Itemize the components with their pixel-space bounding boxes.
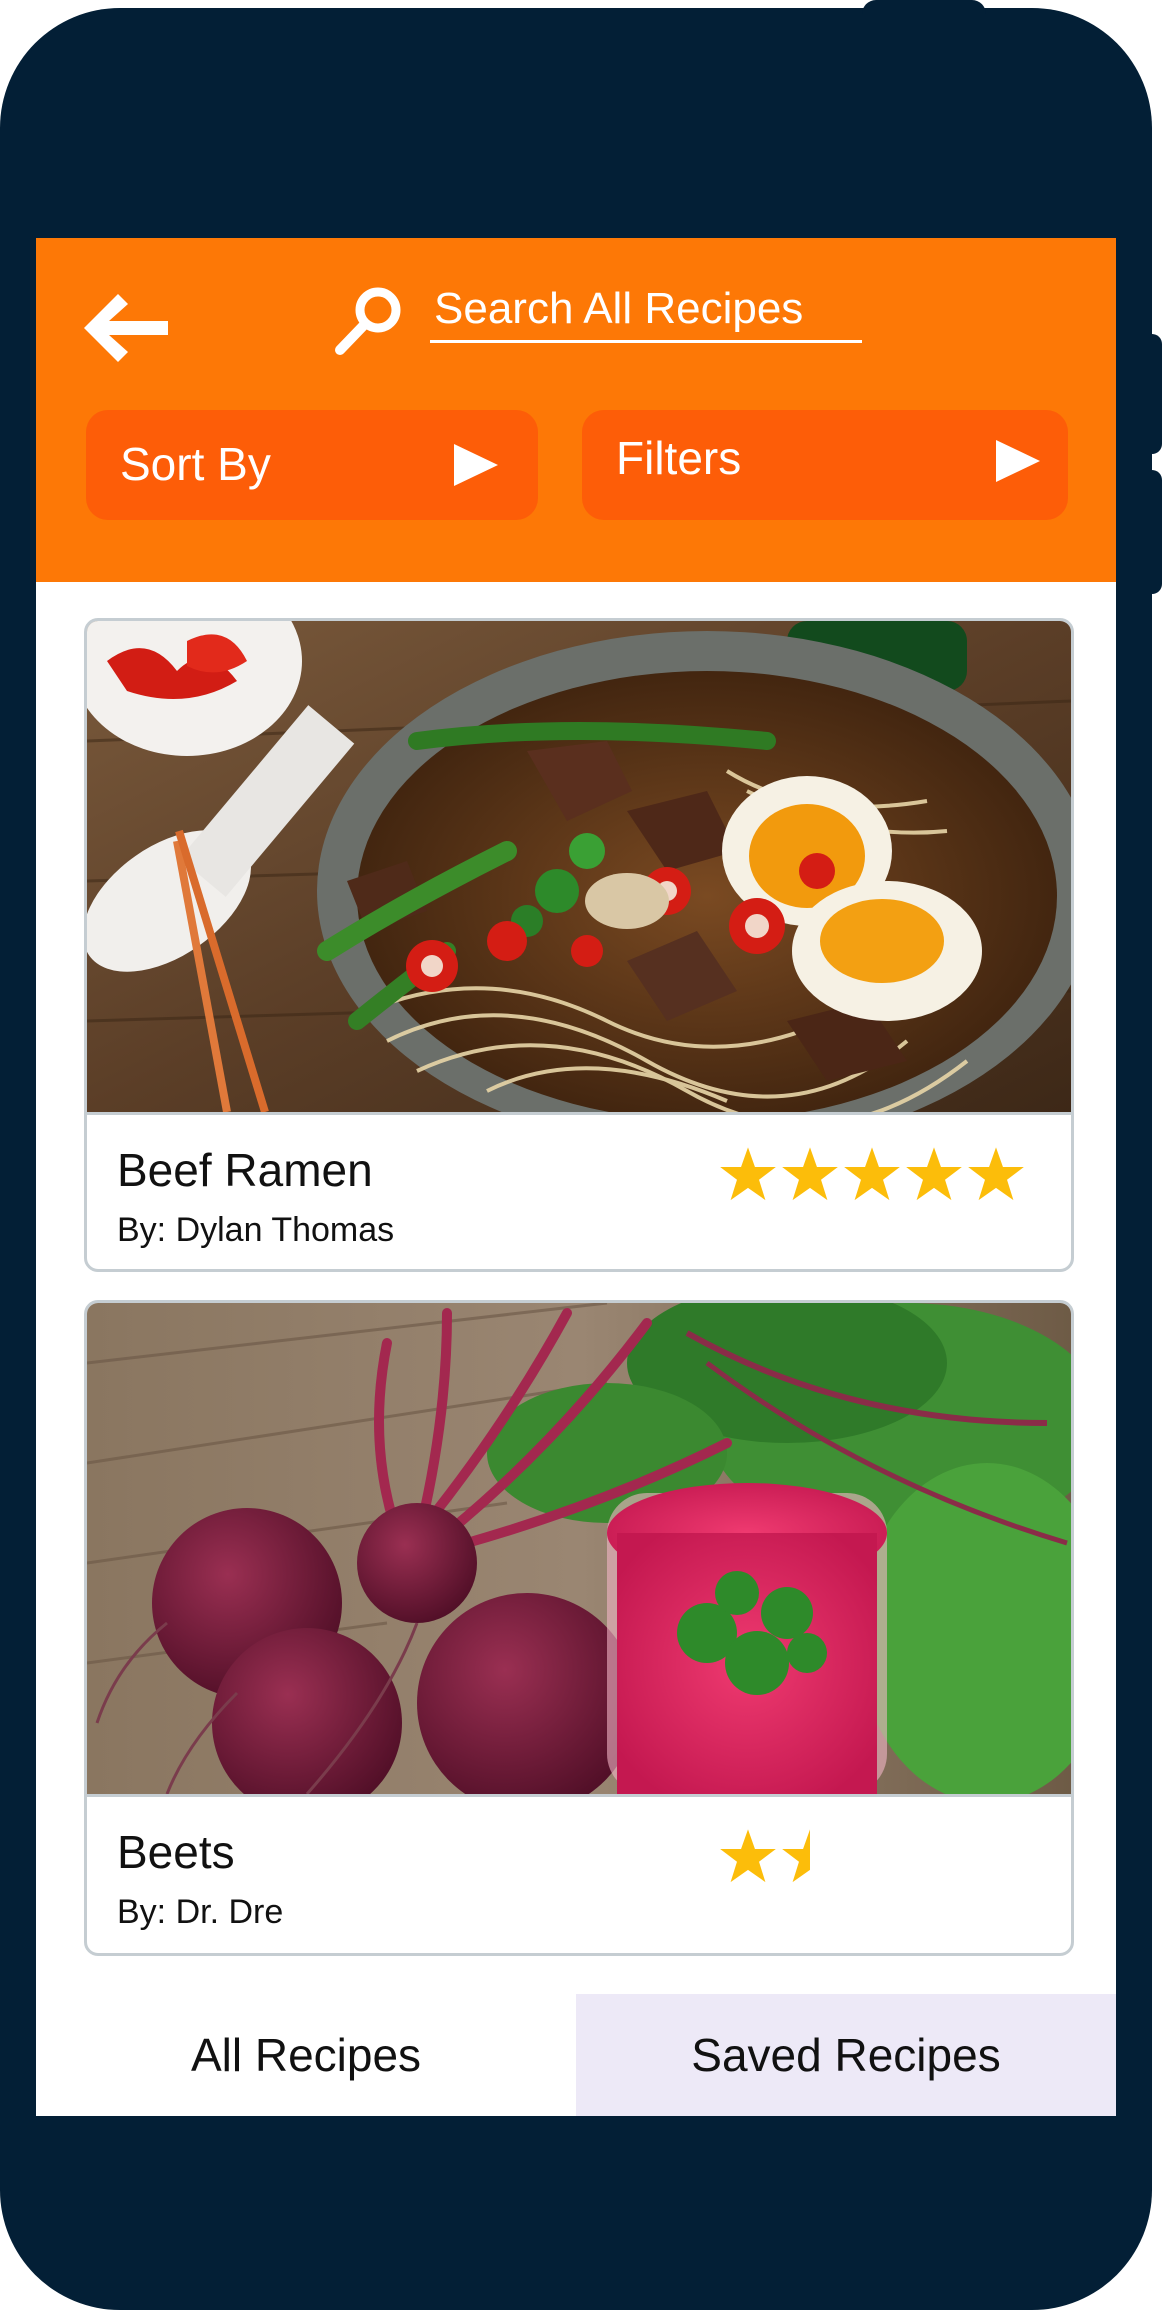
recipe-card[interactable]: Beets By: Dr. Dre xyxy=(84,1300,1074,1956)
beets-photo xyxy=(87,1303,1071,1794)
recipe-info: Beets By: Dr. Dre xyxy=(87,1794,1071,1953)
filters-button[interactable]: Filters xyxy=(582,410,1068,520)
beef-ramen-photo xyxy=(87,621,1071,1112)
sort-by-label: Sort By xyxy=(120,438,271,490)
recipe-title: Beets xyxy=(117,1826,235,1878)
rating-stars xyxy=(719,1827,839,1887)
star-icon xyxy=(720,1829,776,1883)
recipe-author: By: Dylan Thomas xyxy=(117,1211,395,1249)
triangle-right-icon xyxy=(996,440,1040,482)
triangle-right-icon xyxy=(454,444,498,486)
search-icon[interactable] xyxy=(332,278,412,358)
search-input[interactable] xyxy=(430,278,862,343)
star-icon xyxy=(906,1147,962,1201)
phone-notch xyxy=(862,0,986,24)
sort-by-button[interactable]: Sort By xyxy=(86,410,538,520)
star-icon xyxy=(720,1147,776,1201)
star-icon xyxy=(782,1147,838,1201)
back-button[interactable] xyxy=(82,288,172,368)
recipe-title: Beef Ramen xyxy=(117,1144,373,1196)
tab-saved-recipes[interactable]: Saved Recipes xyxy=(576,1994,1116,2116)
recipe-card[interactable]: Beef Ramen By: Dylan Thomas xyxy=(84,618,1074,1272)
filters-label: Filters xyxy=(616,432,742,484)
phone-side-button xyxy=(1140,470,1162,594)
star-icon xyxy=(844,1147,900,1201)
rating-stars xyxy=(719,1145,1025,1205)
star-icon xyxy=(782,1829,810,1883)
recipe-info: Beef Ramen By: Dylan Thomas xyxy=(87,1112,1071,1269)
tab-all-recipes[interactable]: All Recipes xyxy=(36,1994,576,2116)
phone-side-button xyxy=(1140,334,1162,454)
recipe-author: By: Dr. Dre xyxy=(117,1893,284,1931)
top-bar: Sort By Filters xyxy=(36,238,1116,582)
star-icon xyxy=(968,1147,1024,1201)
app-screen: Sort By Filters xyxy=(36,238,1116,2116)
arrow-left-icon xyxy=(84,294,168,362)
